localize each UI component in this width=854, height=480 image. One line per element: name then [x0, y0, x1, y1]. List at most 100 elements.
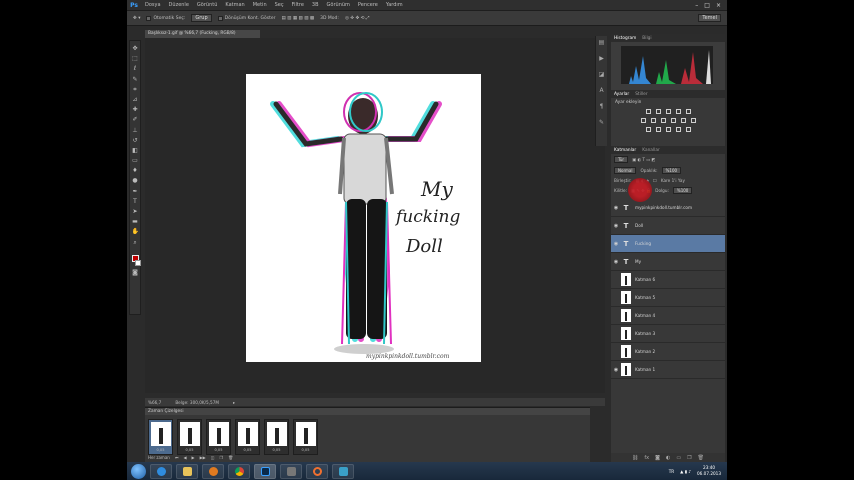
layer-row[interactable]: Katman 3 — [611, 325, 725, 343]
brush-tool-icon[interactable]: ✐ — [132, 116, 139, 123]
zoom-level[interactable]: %66,7 — [148, 400, 161, 405]
play-icon[interactable]: ▶ — [192, 455, 195, 460]
taskbar-loader[interactable] — [306, 463, 328, 479]
maximize-button[interactable]: □ — [704, 2, 710, 9]
path-select-tool-icon[interactable]: ➤ — [132, 208, 139, 215]
frame-delay[interactable]: 0,05 — [214, 448, 222, 452]
brightness-icon[interactable] — [645, 109, 651, 114]
curves-icon[interactable] — [665, 109, 671, 114]
move-tool-icon[interactable]: ✥ ▾ — [133, 16, 140, 21]
taskbar-network[interactable] — [332, 463, 354, 479]
new-layer-icon[interactable]: ❐ — [687, 455, 691, 461]
menu-file[interactable]: Dosya — [141, 2, 165, 8]
layer-row[interactable]: Katman 4 — [611, 307, 725, 325]
adjustment-layer-icon[interactable]: ◐ — [666, 455, 670, 461]
minimize-button[interactable]: – — [695, 2, 698, 9]
gradient-tool-icon[interactable]: ▭ — [132, 157, 139, 164]
auto-select-dropdown[interactable]: Grup — [191, 14, 212, 22]
delete-frame-icon[interactable]: 🗑 — [228, 455, 233, 460]
selective-color-icon[interactable] — [675, 127, 681, 132]
layer-row[interactable]: ◉ T My — [611, 253, 725, 271]
gradient-map-icon[interactable] — [685, 127, 691, 132]
properties-icon[interactable]: ◪ — [599, 72, 605, 78]
brush-presets-icon[interactable]: ✎ — [599, 120, 605, 126]
propagate-checkbox[interactable]: ☐ — [653, 178, 657, 183]
auto-select-option[interactable]: Otomatik Seç: — [146, 15, 185, 21]
character-icon[interactable]: A — [599, 88, 605, 94]
close-button[interactable]: × — [716, 2, 721, 9]
black-white-icon[interactable] — [660, 118, 666, 123]
duplicate-frame-icon[interactable]: ❐ — [220, 455, 224, 460]
clock[interactable]: 23:40 06.07.2013 — [697, 465, 721, 477]
animation-frame[interactable]: 0,05 — [235, 419, 260, 455]
taskbar-camera[interactable] — [280, 463, 302, 479]
threshold-icon[interactable] — [665, 127, 671, 132]
align-icons[interactable]: ▤ ▥ ▦ ▧ ▨ ▩ — [281, 16, 314, 21]
menu-type[interactable]: Metin — [249, 2, 271, 8]
layer-row[interactable]: ◉ T mypinkpinkdoll.tumblr.com — [611, 199, 725, 217]
exposure-icon[interactable] — [675, 109, 681, 114]
quick-select-tool-icon[interactable]: ✎ — [132, 76, 139, 83]
menu-window[interactable]: Pencere — [354, 2, 382, 8]
color-lookup-icon[interactable] — [690, 118, 696, 123]
frame-delay[interactable]: 0,05 — [243, 448, 251, 452]
document-tab[interactable]: Başlıksız-1.gif @ %66,7 (Fucking, RGB/8) — [145, 30, 260, 38]
visibility-eye-icon[interactable]: ◉ — [611, 259, 621, 265]
menu-image[interactable]: Görüntü — [193, 2, 221, 8]
add-mask-icon[interactable]: ◙ — [655, 455, 660, 461]
taskbar-photoshop[interactable] — [254, 463, 276, 479]
layer-row[interactable]: Katman 5 — [611, 289, 725, 307]
tab-histogram[interactable]: Histogram — [614, 36, 636, 41]
frame-delay[interactable]: 0,05 — [272, 448, 280, 452]
menu-layer[interactable]: Katman — [221, 2, 248, 8]
taskbar-internet-explorer[interactable] — [150, 463, 172, 479]
tray-icons[interactable]: ▲ ▮ ♪ — [680, 469, 691, 474]
timeline-title[interactable]: Zaman Çizelgesi — [145, 408, 590, 415]
layer-row[interactable]: Katman 6 — [611, 271, 725, 289]
animation-frame[interactable]: 0,05 — [206, 419, 231, 455]
opacity-input[interactable]: %100 — [661, 167, 682, 174]
animation-frame[interactable]: 0,05 — [293, 419, 318, 455]
posterize-icon[interactable] — [655, 127, 661, 132]
tab-info[interactable]: Bilgi — [642, 36, 651, 41]
auto-select-checkbox[interactable] — [146, 15, 152, 21]
history-brush-tool-icon[interactable]: ↺ — [132, 137, 139, 144]
animation-frame[interactable]: 0,05 — [148, 419, 173, 455]
frame-delay[interactable]: 0,05 — [185, 448, 193, 452]
taskbar-file-explorer[interactable] — [176, 463, 198, 479]
actions-icon[interactable]: ▶ — [599, 56, 605, 62]
move-tool-icon[interactable]: ✥ — [132, 45, 139, 52]
paragraph-icon[interactable]: ¶ — [599, 104, 605, 110]
status-arrow-icon[interactable]: ▸ — [233, 400, 235, 405]
taskbar-media-player[interactable] — [202, 463, 224, 479]
tab-channels[interactable]: Kanallar — [642, 148, 660, 153]
eyedropper-tool-icon[interactable]: ⊿ — [132, 96, 139, 103]
filter-icons[interactable]: ▣ ◐ T ▭ ◩ — [632, 157, 655, 162]
healing-tool-icon[interactable]: ✚ — [132, 106, 139, 113]
eraser-tool-icon[interactable]: ◧ — [132, 147, 139, 154]
tab-adjustments[interactable]: Ayarlar — [614, 92, 629, 97]
tween-icon[interactable]: ◫ — [211, 455, 215, 460]
menu-select[interactable]: Seç — [271, 2, 288, 8]
vibrance-icon[interactable] — [685, 109, 691, 114]
menu-edit[interactable]: Düzenle — [165, 2, 193, 8]
pen-tool-icon[interactable]: ✒ — [132, 188, 139, 195]
animation-frame[interactable]: 0,05 — [177, 419, 202, 455]
layer-row-selected[interactable]: ◉ T Fucking — [611, 235, 725, 253]
blur-tool-icon[interactable]: ♦ — [132, 167, 139, 174]
transform-controls-checkbox[interactable] — [217, 15, 223, 21]
tab-styles[interactable]: Stiller — [635, 92, 647, 97]
layer-filter-dropdown[interactable]: Tür — [614, 156, 629, 163]
layer-row[interactable]: ◉ T Doll — [611, 217, 725, 235]
invert-icon[interactable] — [645, 127, 651, 132]
history-icon[interactable]: ▤ — [599, 40, 605, 46]
next-frame-icon[interactable]: ▶▶ — [200, 455, 206, 460]
marquee-tool-icon[interactable]: ⬚ — [132, 55, 139, 62]
3d-mode-icons[interactable]: ◎ ✜ ✥ ⟲ ⤢ — [345, 15, 370, 21]
loop-dropdown[interactable]: Her zaman — [148, 455, 170, 460]
photo-filter-icon[interactable] — [670, 118, 676, 123]
blend-mode-dropdown[interactable]: Normal — [614, 167, 637, 174]
transform-controls-option[interactable]: Dönüşüm Kont. Göster — [217, 15, 275, 21]
frame-delay[interactable]: 0,05 — [301, 448, 309, 452]
dodge-tool-icon[interactable]: ● — [132, 177, 139, 184]
